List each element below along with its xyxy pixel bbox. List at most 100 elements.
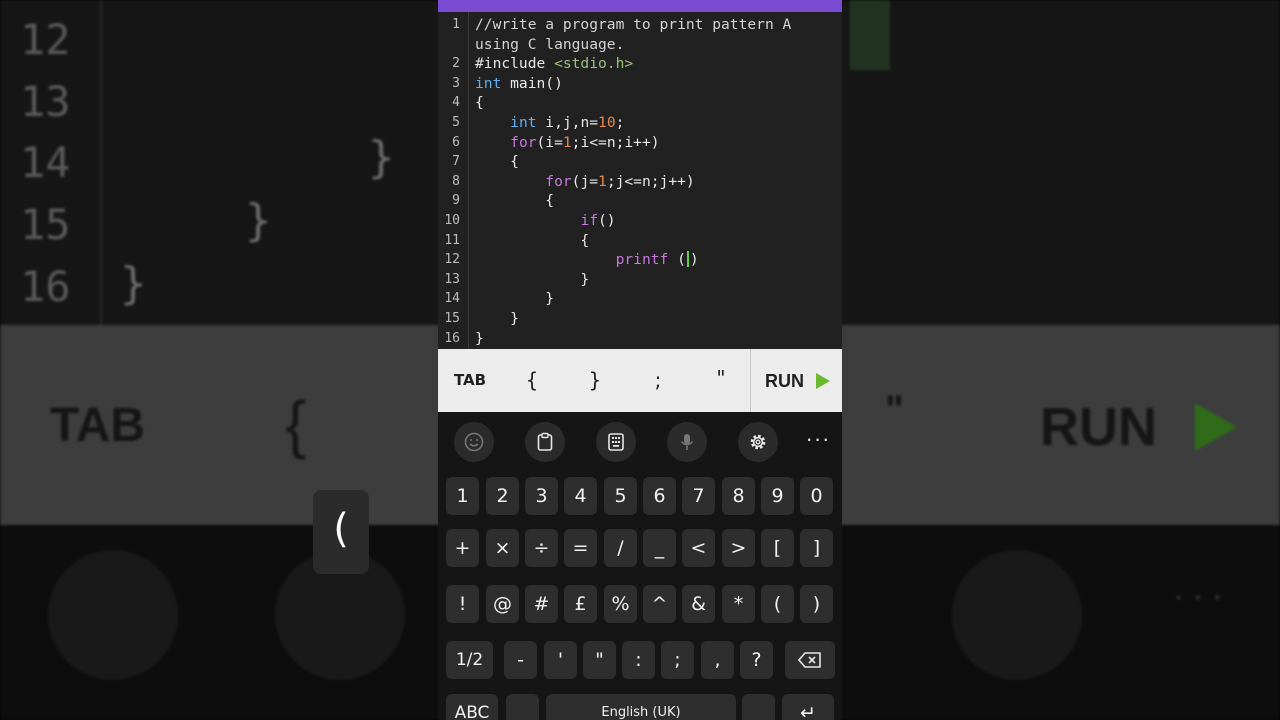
background-play-icon: [1195, 403, 1237, 451]
microphone-icon[interactable]: [667, 422, 707, 462]
key[interactable]: ;: [661, 641, 694, 679]
key[interactable]: 5: [604, 477, 637, 515]
code-line[interactable]: 14 }: [438, 289, 842, 309]
clipboard-icon[interactable]: [525, 422, 565, 462]
keyboard-icon[interactable]: [596, 422, 636, 462]
line-number: 2: [452, 56, 460, 72]
key[interactable]: 7: [682, 477, 715, 515]
key[interactable]: 2: [486, 477, 519, 515]
code-line[interactable]: 13 }: [438, 270, 842, 290]
key[interactable]: 9: [761, 477, 794, 515]
key[interactable]: +: [446, 529, 479, 567]
code-line[interactable]: 5 int i,j,n=10;: [438, 113, 842, 133]
code-line[interactable]: 6 for(i=1;i<=n;i++): [438, 133, 842, 153]
key-popup: (: [313, 490, 369, 574]
line-number: 1: [452, 17, 460, 32]
gear-icon[interactable]: [738, 422, 778, 462]
code-text: if(): [580, 212, 616, 229]
tab-key[interactable]: TAB: [444, 349, 496, 412]
key[interactable]: 0: [800, 477, 833, 515]
abc-key[interactable]: ABC: [446, 694, 498, 720]
code-line[interactable]: 16}: [438, 329, 842, 349]
key[interactable]: -: [504, 641, 537, 679]
code-text: printf (): [615, 251, 699, 269]
key[interactable]: :: [622, 641, 655, 679]
comma-key[interactable]: [742, 694, 775, 720]
quote-key[interactable]: ": [701, 349, 741, 412]
code-text: }: [475, 329, 484, 347]
code-text: {: [475, 153, 519, 171]
more-icon[interactable]: ···: [803, 426, 833, 456]
run-label: RUN: [765, 371, 804, 391]
space-key[interactable]: English (UK): [546, 694, 736, 720]
key[interactable]: /: [604, 529, 637, 567]
key[interactable]: [: [761, 529, 794, 567]
background-line-number: 12: [20, 15, 71, 64]
code-text: //write a program to print pattern A: [475, 16, 792, 33]
code-line[interactable]: 9 {: [438, 191, 842, 211]
emoji-key[interactable]: [506, 694, 539, 720]
background-cursor-glow: [850, 0, 890, 70]
run-button[interactable]: RUN: [750, 349, 842, 412]
code-line[interactable]: 1 //write a program to print pattern A: [438, 15, 842, 35]
key[interactable]: ": [583, 641, 616, 679]
key[interactable]: <: [682, 529, 715, 567]
key[interactable]: 4: [564, 477, 597, 515]
code-editor[interactable]: 1 //write a program to print pattern A usi…: [438, 12, 842, 349]
code-text: }: [475, 310, 519, 327]
code-line[interactable]: 4{: [438, 93, 842, 113]
key[interactable]: &: [682, 585, 715, 623]
key[interactable]: 8: [722, 477, 755, 515]
key[interactable]: ?: [740, 641, 773, 679]
open-brace-key[interactable]: {: [512, 349, 552, 412]
code-line[interactable]: 2 #include <stdio.h>: [438, 54, 842, 74]
line-number: 8: [452, 173, 460, 189]
key[interactable]: ': [544, 641, 577, 679]
code-text: #include <stdio.h>: [475, 55, 634, 73]
code-line[interactable]: 3 int main(): [438, 74, 842, 94]
key[interactable]: #: [525, 585, 558, 623]
key[interactable]: ): [800, 585, 833, 623]
semicolon-key[interactable]: ;: [638, 349, 678, 412]
key[interactable]: >: [722, 529, 755, 567]
line-number: 4: [452, 95, 460, 111]
key[interactable]: 1: [446, 477, 479, 515]
code-line[interactable]: 10 if(): [438, 211, 842, 231]
key[interactable]: 6: [643, 477, 676, 515]
key[interactable]: £: [564, 585, 597, 623]
key[interactable]: !: [446, 585, 479, 623]
key[interactable]: *: [722, 585, 755, 623]
key[interactable]: ^: [643, 585, 676, 623]
key[interactable]: (: [761, 585, 794, 623]
code-line[interactable]: 8 for(j=1;j<=n;j++): [438, 172, 842, 192]
key[interactable]: %: [604, 585, 637, 623]
key[interactable]: @: [486, 585, 519, 623]
code-text: for(j=1;j<=n;j++): [545, 172, 695, 190]
line-number: 3: [452, 75, 460, 91]
app-top-bar: [438, 0, 842, 12]
code-text: int i,j,n=10;: [510, 114, 625, 131]
code-line[interactable]: 11 {: [438, 231, 842, 251]
close-brace-key[interactable]: }: [575, 349, 615, 412]
smiley-icon[interactable]: [454, 422, 494, 462]
key[interactable]: =: [564, 529, 597, 567]
code-line[interactable]: 12 printf (): [438, 250, 842, 270]
background-run-label: RUN: [1040, 397, 1157, 457]
key[interactable]: ÷: [525, 529, 558, 567]
code-line[interactable]: 7 {: [438, 152, 842, 172]
key[interactable]: 3: [525, 477, 558, 515]
key[interactable]: ,: [701, 641, 734, 679]
key[interactable]: _: [643, 529, 676, 567]
code-text: {: [475, 94, 484, 112]
code-line[interactable]: 15 }: [438, 309, 842, 329]
background-brace: }: [245, 195, 272, 246]
code-line[interactable]: using C language.: [438, 35, 842, 55]
code-text: int main(): [475, 74, 563, 92]
backspace-key[interactable]: [785, 641, 835, 679]
symbol-page-key[interactable]: 1/2: [446, 641, 493, 679]
enter-key[interactable]: ↵: [782, 694, 834, 720]
key[interactable]: ×: [486, 529, 519, 567]
key[interactable]: ]: [800, 529, 833, 567]
line-number: 11: [444, 232, 460, 248]
code-text: }: [475, 270, 590, 288]
